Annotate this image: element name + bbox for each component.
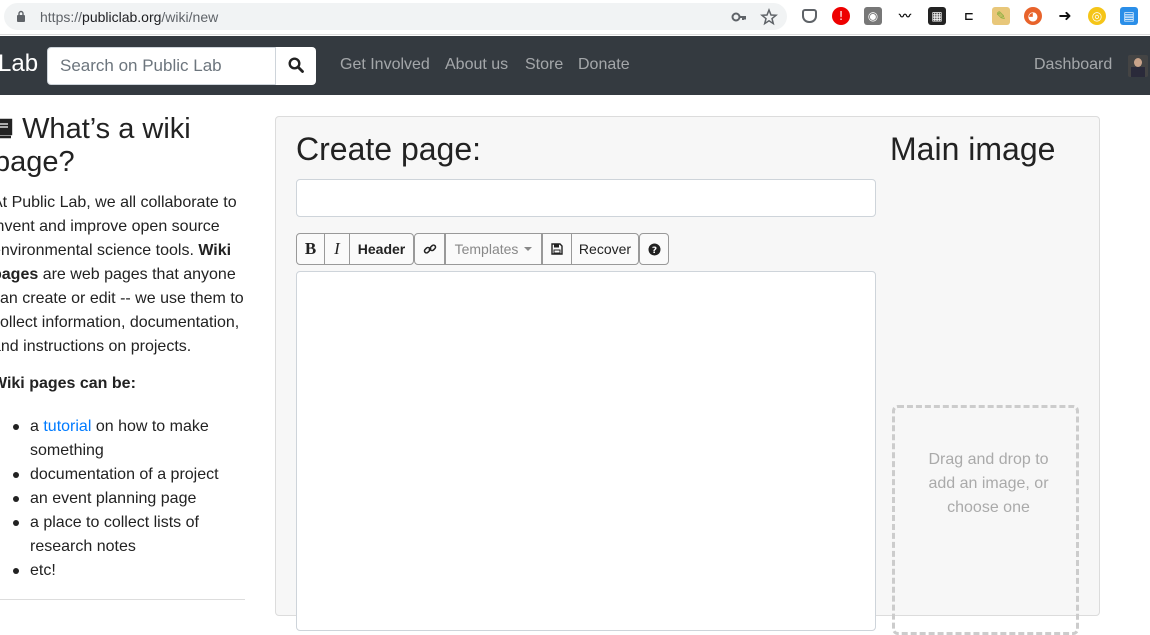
page-title: Create page: [296, 131, 482, 167]
search-field[interactable] [47, 47, 276, 85]
wave-icon[interactable]: 〰 [896, 7, 914, 25]
search-icon [288, 57, 304, 73]
pocket-icon[interactable] [802, 9, 817, 23]
brand-logo[interactable]: Lab [0, 50, 38, 78]
nav-dashboard[interactable]: Dashboard [1034, 56, 1112, 74]
list-item: a place to collect lists of research not… [13, 511, 240, 559]
sidebar-intro: At Public Lab, we all collaborate to inv… [0, 194, 244, 355]
divider [0, 599, 245, 600]
link-button[interactable] [414, 233, 445, 265]
dropzone-text: Drag and drop to add an image, or choose… [928, 451, 1049, 516]
site-navbar: Lab Get Involved About us Store Donate D… [0, 36, 1150, 95]
caret-down-icon [524, 247, 533, 251]
browser-toolbar: https://publiclab.org/wiki/new ! ◉ 〰 ▦ ⊏… [0, 0, 1150, 35]
list-item: a tutorial on how to make something [13, 415, 240, 463]
page-title-input[interactable] [296, 179, 876, 217]
clapper-icon[interactable]: ▦ [928, 7, 946, 25]
sidebar-list: a tutorial on how to make something docu… [13, 415, 240, 583]
arrow-icon[interactable]: ➜ [1056, 7, 1074, 25]
lock-icon [17, 10, 25, 22]
grid-app-icon[interactable]: ▤ [1120, 7, 1138, 25]
save-icon [551, 243, 563, 255]
nav-store[interactable]: Store [525, 56, 563, 74]
main-image-title: Main image [890, 131, 1056, 167]
duckduckgo-icon[interactable]: ◕ [1024, 7, 1042, 25]
body-textarea[interactable] [296, 271, 876, 631]
book-icon [0, 118, 13, 139]
question-circle-icon: ? [648, 243, 660, 256]
address-bar[interactable]: https://publiclab.org/wiki/new [4, 3, 787, 30]
help-button[interactable]: ? [639, 233, 669, 265]
italic-button[interactable]: I [324, 233, 350, 265]
editor-card: Create page: B I Header Templates Recove… [275, 116, 1100, 635]
key-icon[interactable] [730, 8, 748, 26]
url-text: https://publiclab.org/wiki/new [40, 9, 219, 25]
opera-icon[interactable]: ! [832, 7, 850, 25]
wiki-help-sidebar: What’s a wiki page? At Public Lab, we al… [0, 95, 250, 609]
nav-about-us[interactable]: About us [445, 56, 508, 74]
image-dropzone[interactable]: Drag and drop to add an image, or choose… [892, 405, 1079, 635]
header-button[interactable]: Header [349, 233, 414, 265]
avatar[interactable] [1128, 55, 1148, 77]
link-icon [423, 244, 436, 254]
nav-get-involved[interactable]: Get Involved [340, 56, 430, 74]
bracket-icon[interactable]: ⊏ [960, 7, 978, 25]
templates-dropdown[interactable]: Templates [445, 233, 542, 265]
save-button[interactable] [542, 233, 572, 265]
search-input[interactable] [48, 48, 275, 84]
sidebar-subheading: Wiki pages can be: [0, 375, 136, 392]
bold-button[interactable]: B [296, 233, 325, 265]
paint-icon[interactable]: ✎ [992, 7, 1010, 25]
nav-donate[interactable]: Donate [578, 56, 630, 74]
recover-button[interactable]: Recover [571, 233, 639, 265]
coin-icon[interactable]: ◎ [1088, 7, 1106, 25]
star-icon[interactable] [760, 8, 778, 26]
sidebar-title: What’s a wiki page? [0, 113, 254, 179]
search-button[interactable] [275, 47, 316, 85]
list-item: an event planning page [13, 487, 240, 511]
svg-text:?: ? [651, 246, 656, 256]
list-item: etc! [13, 559, 240, 583]
camera-icon[interactable]: ◉ [864, 7, 882, 25]
list-item: documentation of a project [13, 463, 240, 487]
tutorial-link[interactable]: tutorial [43, 418, 91, 435]
